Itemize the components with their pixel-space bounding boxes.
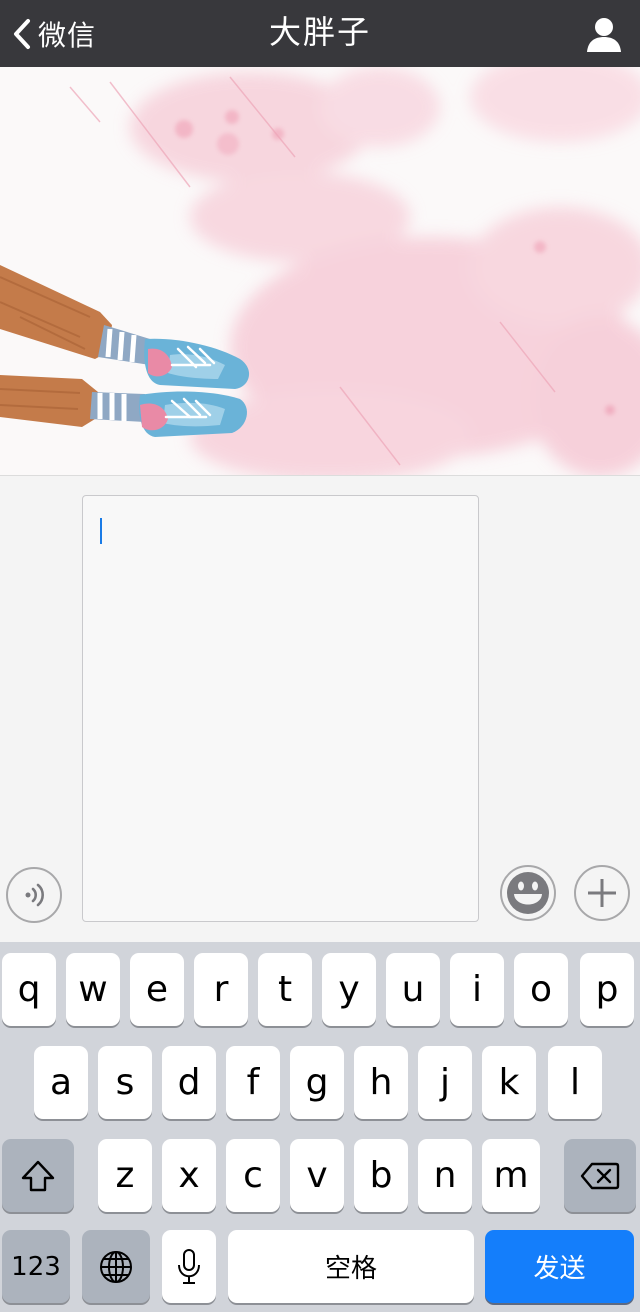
globe-key[interactable]	[82, 1230, 150, 1303]
key-a[interactable]: a	[34, 1046, 88, 1119]
voice-icon	[25, 883, 44, 907]
shift-key[interactable]	[2, 1139, 74, 1212]
key-j[interactable]: j	[418, 1046, 472, 1119]
watercolor-background-illustration	[0, 67, 640, 475]
key-n[interactable]: n	[418, 1139, 472, 1212]
key-z[interactable]: z	[98, 1139, 152, 1212]
send-key[interactable]: 发送	[485, 1230, 634, 1303]
emoji-icon	[507, 872, 549, 914]
key-p[interactable]: p	[580, 953, 634, 1026]
emoji-button[interactable]	[500, 865, 556, 921]
key-e[interactable]: e	[130, 953, 184, 1026]
key-x[interactable]: x	[162, 1139, 216, 1212]
key-h[interactable]: h	[354, 1046, 408, 1119]
person-icon[interactable]	[584, 14, 624, 54]
backspace-icon	[580, 1162, 620, 1189]
microphone-icon	[178, 1248, 200, 1284]
microphone-key[interactable]	[162, 1230, 216, 1303]
plus-icon	[588, 879, 616, 907]
key-w[interactable]: w	[66, 953, 120, 1026]
numbers-key[interactable]: 123	[2, 1230, 70, 1303]
key-c[interactable]: c	[226, 1139, 280, 1212]
key-u[interactable]: u	[386, 953, 440, 1026]
key-b[interactable]: b	[354, 1139, 408, 1212]
key-y[interactable]: y	[322, 953, 376, 1026]
key-v[interactable]: v	[290, 1139, 344, 1212]
nav-bar: 微信 大胖子	[0, 0, 640, 67]
key-o[interactable]: o	[514, 953, 568, 1026]
key-k[interactable]: k	[482, 1046, 536, 1119]
voice-button[interactable]	[6, 867, 62, 923]
globe-icon	[100, 1250, 132, 1283]
key-f[interactable]: f	[226, 1046, 280, 1119]
key-s[interactable]: s	[98, 1046, 152, 1119]
message-text-field[interactable]	[82, 495, 479, 922]
key-l[interactable]: l	[548, 1046, 602, 1119]
text-caret	[100, 518, 102, 544]
delete-key[interactable]	[564, 1139, 636, 1212]
key-d[interactable]: d	[162, 1046, 216, 1119]
message-input-bar	[0, 476, 640, 942]
chat-background	[0, 67, 640, 476]
more-button[interactable]	[574, 865, 630, 921]
key-q[interactable]: q	[2, 953, 56, 1026]
key-t[interactable]: t	[258, 953, 312, 1026]
key-r[interactable]: r	[194, 953, 248, 1026]
back-button[interactable]: 微信	[10, 0, 96, 67]
keyboard: q w e r t y u i o p a s d f g h j k l z …	[0, 942, 640, 1312]
chevron-left-icon	[14, 18, 30, 49]
shift-icon	[21, 1160, 55, 1191]
key-g[interactable]: g	[290, 1046, 344, 1119]
space-key[interactable]: 空格	[228, 1230, 474, 1303]
key-m[interactable]: m	[482, 1139, 540, 1212]
key-i[interactable]: i	[450, 953, 504, 1026]
back-label: 微信	[38, 18, 97, 52]
